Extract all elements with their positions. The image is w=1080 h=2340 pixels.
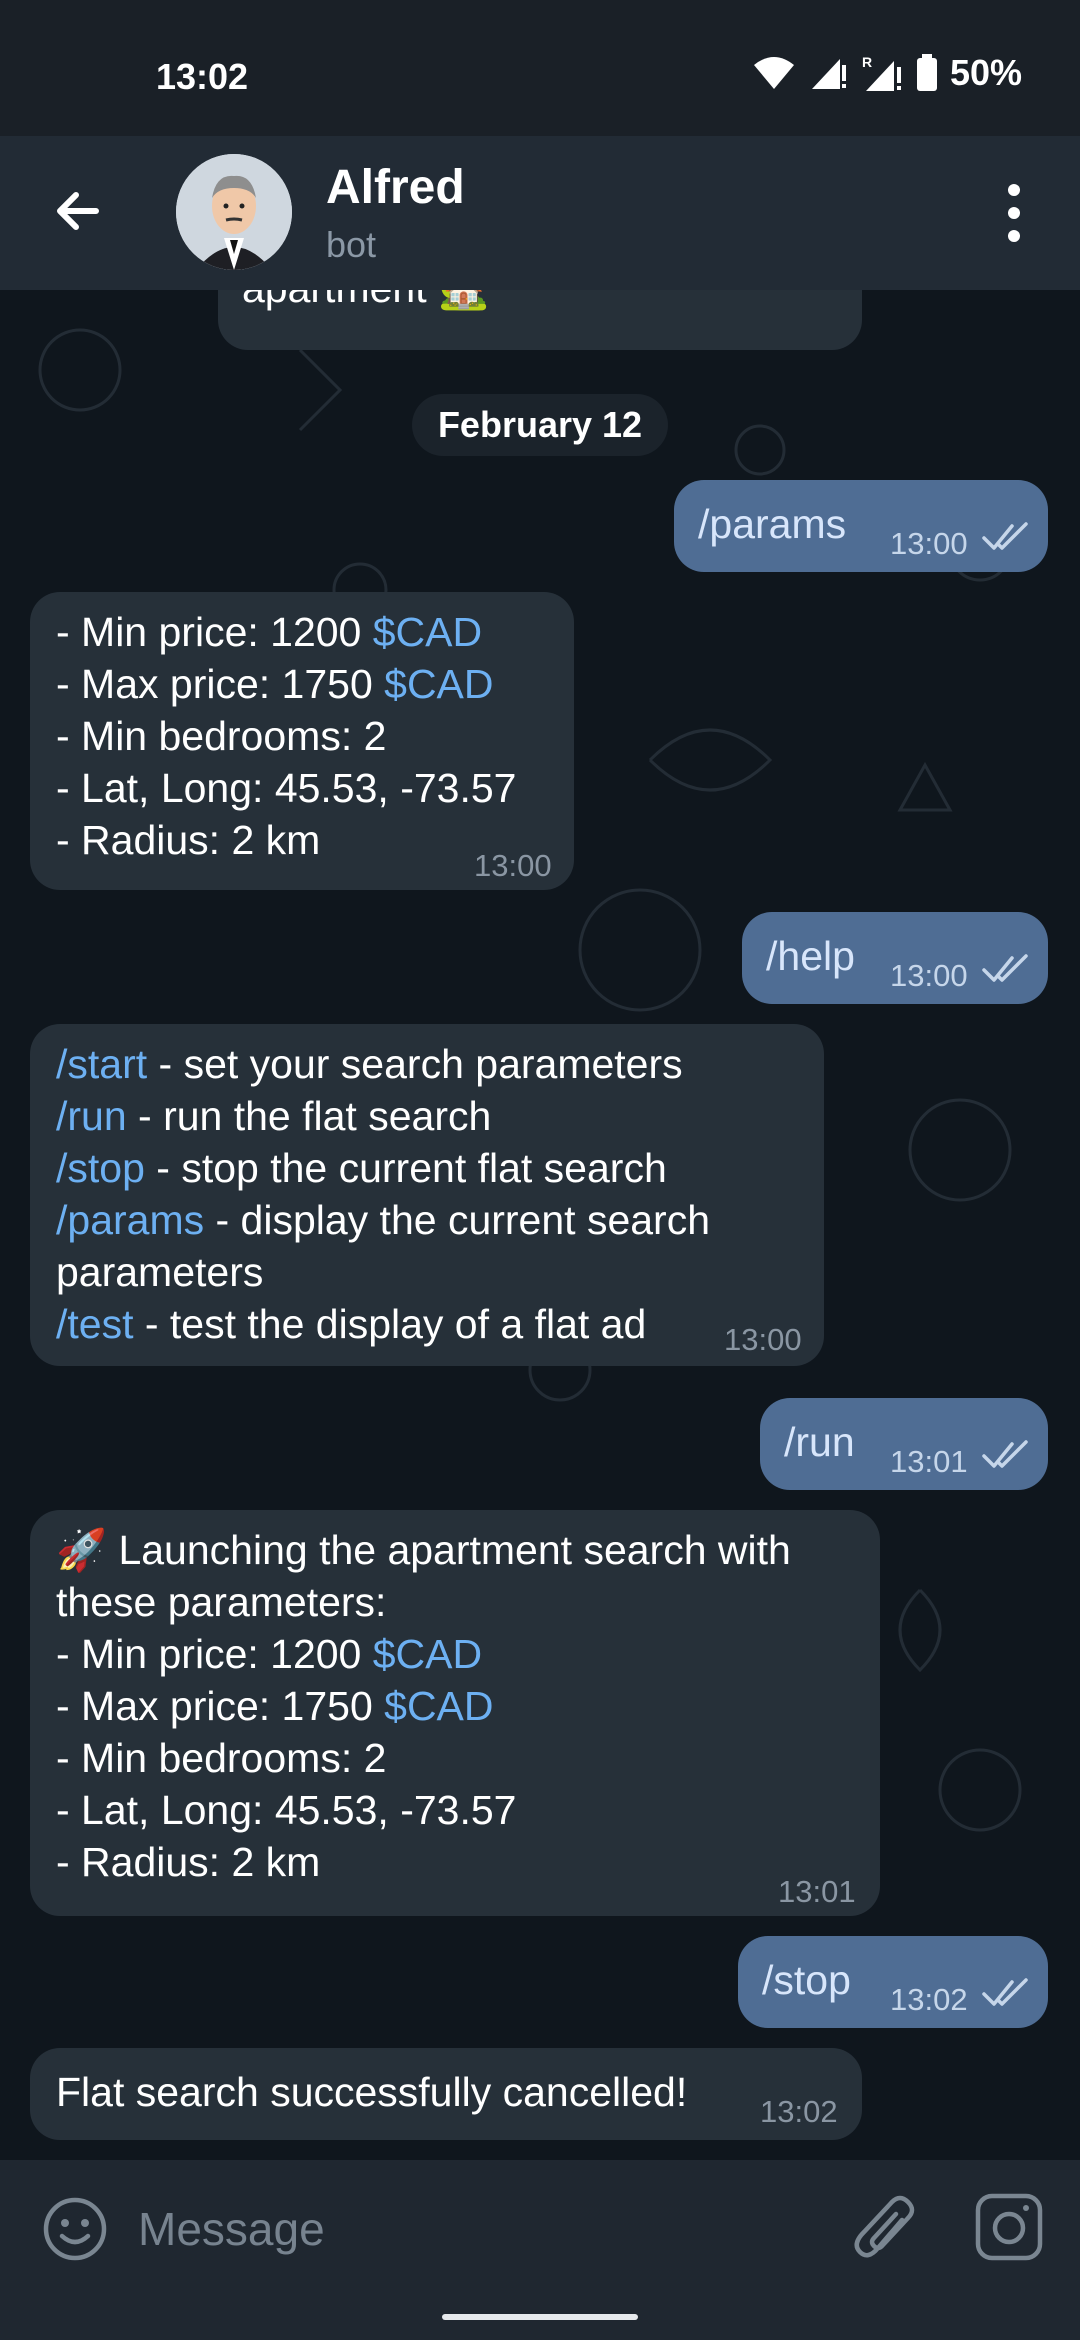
help-list: /start - set your search parameters /run… [56, 1038, 710, 1350]
message-time: 13:02 [890, 1982, 968, 2017]
date-separator: February 12 [412, 394, 668, 456]
incoming-message[interactable]: /start - set your search parameters /run… [30, 1024, 824, 1366]
currency-link[interactable]: $CAD [384, 1683, 493, 1729]
outgoing-message[interactable]: /stop 13:02 [738, 1936, 1048, 2028]
param-line: - Radius: 2 km [56, 817, 321, 863]
double-check-icon [982, 522, 1028, 550]
help-line: /params - display the current search [56, 1197, 711, 1243]
double-check-icon [982, 1440, 1028, 1468]
command-text[interactable]: /params [698, 498, 846, 550]
avatar[interactable] [176, 154, 292, 270]
command-text[interactable]: /help [766, 930, 855, 982]
message-time: 13:02 [760, 2094, 838, 2129]
incoming-message[interactable]: Flat search successfully cancelled! 13:0… [30, 2048, 862, 2140]
command-link[interactable]: /run [56, 1093, 127, 1139]
outgoing-message[interactable]: /help 13:00 [742, 912, 1048, 1004]
run-line: - Radius: 2 km [56, 1839, 321, 1885]
help-line: /run - run the flat search [56, 1093, 492, 1139]
outgoing-message[interactable]: /run 13:01 [760, 1398, 1048, 1490]
camera-icon[interactable] [974, 2192, 1044, 2262]
command-text[interactable]: /run [784, 1416, 855, 1468]
paperclip-icon[interactable] [850, 2190, 920, 2266]
run-line: these parameters: [56, 1579, 387, 1625]
command-link[interactable]: /start [56, 1041, 147, 1087]
message-time: 13:00 [474, 848, 552, 883]
message-text: apartment 🏡 [242, 290, 489, 314]
run-list: 🚀 Launching the apartment search with th… [56, 1524, 791, 1888]
param-line: - Lat, Long: 45.53, -73.57 [56, 765, 517, 811]
param-line: - Max price: 1750 $CAD [56, 661, 494, 707]
telegram-chat-screen: 13:02 R 50% Alfred bot February 12 /para… [0, 0, 1080, 2340]
home-indicator[interactable] [442, 2314, 638, 2320]
param-line: - Min price: 1200 $CAD [56, 609, 483, 655]
battery-icon [916, 54, 937, 91]
message-partial[interactable]: apartment 🏡 [218, 290, 862, 350]
status-time: 13:02 [156, 56, 249, 97]
currency-link[interactable]: $CAD [373, 1631, 482, 1677]
command-link[interactable]: /params [56, 1197, 204, 1243]
double-check-icon [982, 954, 1028, 982]
status-bar: 13:02 R 50% [0, 0, 1080, 136]
message-time: 13:00 [724, 1322, 802, 1357]
command-link[interactable]: /stop [56, 1145, 145, 1191]
chat-title[interactable]: Alfred [326, 160, 465, 215]
run-line: - Min bedrooms: 2 [56, 1735, 387, 1781]
message-input-bar [0, 2160, 1080, 2340]
double-check-icon [982, 1978, 1028, 2006]
signal-roaming-icon: R [862, 54, 901, 91]
incoming-message[interactable]: 🚀 Launching the apartment search with th… [30, 1510, 880, 1916]
back-arrow-icon[interactable] [44, 176, 114, 246]
command-link[interactable]: /test [56, 1301, 133, 1347]
signal-icon [811, 59, 846, 89]
param-line: - Min bedrooms: 2 [56, 713, 387, 759]
butler-avatar-icon [176, 154, 292, 270]
help-line: /start - set your search parameters [56, 1041, 683, 1087]
smile-icon[interactable] [42, 2196, 108, 2262]
battery-percent: 50% [949, 52, 1022, 93]
message-text: Flat search successfully cancelled! [56, 2069, 688, 2115]
run-line: 🚀 Launching the apartment search with [56, 1527, 791, 1573]
chat-subtitle: bot [326, 224, 377, 265]
command-text[interactable]: /stop [762, 1954, 851, 2006]
run-line: - Lat, Long: 45.53, -73.57 [56, 1787, 517, 1833]
message-list[interactable]: apartment 🏡 February 12 /params 13:00 - … [0, 290, 1080, 2160]
run-line: - Min price: 1200 $CAD [56, 1631, 483, 1677]
more-vert-icon[interactable] [994, 180, 1034, 246]
message-time: 13:01 [890, 1444, 968, 1479]
chat-header: Alfred bot [0, 136, 1080, 290]
currency-link[interactable]: $CAD [373, 609, 482, 655]
help-line: parameters [56, 1249, 264, 1295]
params-list: - Min price: 1200 $CAD - Max price: 1750… [56, 606, 516, 866]
currency-link[interactable]: $CAD [384, 661, 493, 707]
rocket-icon: 🚀 [56, 1527, 108, 1573]
help-line: /test - test the display of a flat ad [56, 1301, 647, 1347]
svg-text:R: R [862, 54, 872, 70]
message-input[interactable] [138, 2194, 778, 2264]
message-time: 13:00 [890, 958, 968, 993]
incoming-message[interactable]: - Min price: 1200 $CAD - Max price: 1750… [30, 592, 574, 890]
run-line: - Max price: 1750 $CAD [56, 1683, 494, 1729]
message-time: 13:00 [890, 526, 968, 561]
status-icons: R 50% [752, 52, 1022, 94]
message-time: 13:01 [778, 1874, 856, 1909]
outgoing-message[interactable]: /params 13:00 [674, 480, 1048, 572]
help-line: /stop - stop the current flat search [56, 1145, 667, 1191]
wifi-icon [753, 57, 794, 89]
